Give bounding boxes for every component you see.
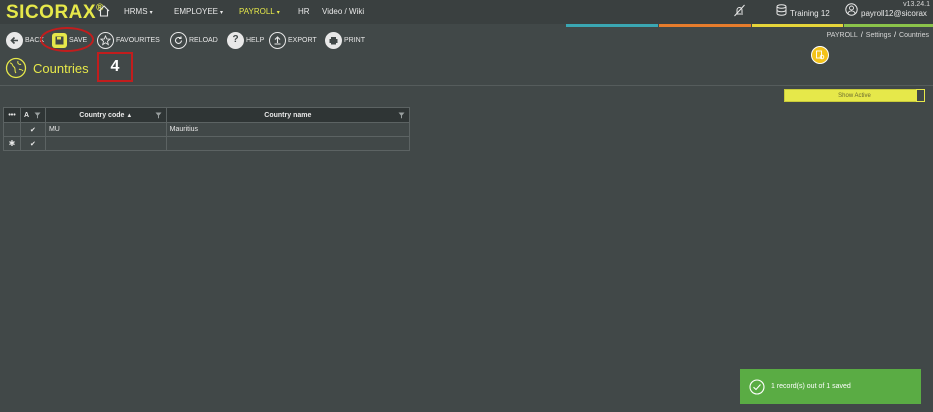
filter-icon[interactable] [34, 112, 41, 119]
nav-hr[interactable]: HR [298, 7, 310, 16]
notifications-off-icon[interactable] [733, 4, 746, 17]
show-active-toggle[interactable]: Show Active [784, 89, 925, 102]
country-code-cell[interactable]: MU [44, 122, 167, 137]
back-button[interactable]: BACK [6, 30, 44, 50]
strip-orange [659, 24, 751, 27]
back-arrow-icon [6, 31, 23, 49]
nav-employee[interactable]: EMPLOYEE ▾ [174, 7, 223, 16]
filter-icon[interactable] [398, 112, 405, 119]
active-checkbox[interactable]: ✔ [19, 136, 46, 151]
country-name-cell[interactable]: Mauritius [165, 122, 411, 137]
success-toast[interactable]: 1 record(s) out of 1 saved [740, 369, 921, 404]
country-code-cell[interactable] [44, 136, 167, 151]
column-active-header[interactable]: A [19, 107, 46, 123]
country-name-cell[interactable] [165, 136, 411, 151]
breadcrumb-settings[interactable]: Settings [866, 32, 891, 39]
database-label[interactable]: Training 12 [790, 9, 830, 18]
page-title: Countries [33, 60, 89, 76]
page-header: Countries [5, 57, 89, 79]
user-icon [845, 3, 858, 16]
breadcrumb-payroll[interactable]: PAYROLL [827, 32, 858, 39]
star-icon [97, 31, 114, 49]
nav-payroll[interactable]: PAYROLL ▾ [239, 7, 280, 16]
sort-ascending-icon: ▲ [126, 112, 133, 119]
help-button[interactable]: ? HELP [227, 30, 264, 50]
step-number-badge: 4 [97, 52, 133, 82]
home-icon[interactable] [97, 4, 111, 18]
print-icon [325, 31, 342, 49]
favourites-button[interactable]: FAVOURITES [97, 30, 160, 50]
table-row[interactable]: ✔ MU Mauritius [3, 122, 411, 137]
document-settings-icon [816, 50, 825, 60]
active-checkbox[interactable]: ✔ [19, 122, 46, 137]
toast-message: 1 record(s) out of 1 saved [771, 383, 851, 390]
export-icon [269, 31, 286, 49]
breadcrumb: PAYROLL / Settings / Countries [826, 32, 929, 39]
export-button[interactable]: EXPORT [269, 30, 317, 50]
strip-yellow [752, 24, 843, 27]
reload-button[interactable]: RELOAD [170, 30, 218, 50]
breadcrumb-countries: Countries [899, 32, 929, 39]
print-button[interactable]: PRINT [325, 30, 365, 50]
column-country-name-header[interactable]: Country name [165, 107, 411, 123]
new-row[interactable]: ✱ ✔ [3, 136, 411, 151]
nav-hrms[interactable]: HRMS ▾ [124, 7, 153, 16]
user-label[interactable]: payroll12@sicorax [861, 9, 927, 18]
filter-icon[interactable] [155, 112, 162, 119]
quick-action-button[interactable] [811, 46, 829, 64]
row-marker [3, 122, 21, 137]
database-icon [776, 4, 787, 16]
reload-icon [170, 31, 187, 49]
strip-teal [566, 24, 658, 27]
new-row-marker: ✱ [3, 136, 21, 151]
nav-video-wiki[interactable]: Video / Wiki [322, 7, 364, 16]
column-country-code-header[interactable]: Country code ▲ [44, 107, 167, 123]
app-logo[interactable]: SICORAX® [6, 2, 104, 24]
help-icon: ? [227, 31, 244, 49]
column-menu-header[interactable]: ••• [3, 107, 21, 123]
header-divider [0, 85, 933, 86]
top-navigation-bar: SICORAX® HRMS ▾ EMPLOYEE ▾ PAYROLL ▾ HR Vid… [0, 0, 933, 24]
check-circle-icon [749, 378, 765, 395]
strip-green [844, 24, 933, 27]
version-label: v13.24.1 [903, 1, 930, 8]
globe-icon [5, 57, 27, 79]
show-active-toggle-knob[interactable] [916, 89, 925, 102]
countries-grid: ••• A Country code ▲ Country name ✔ MU M… [3, 107, 411, 151]
save-annotation-ring [40, 27, 94, 52]
